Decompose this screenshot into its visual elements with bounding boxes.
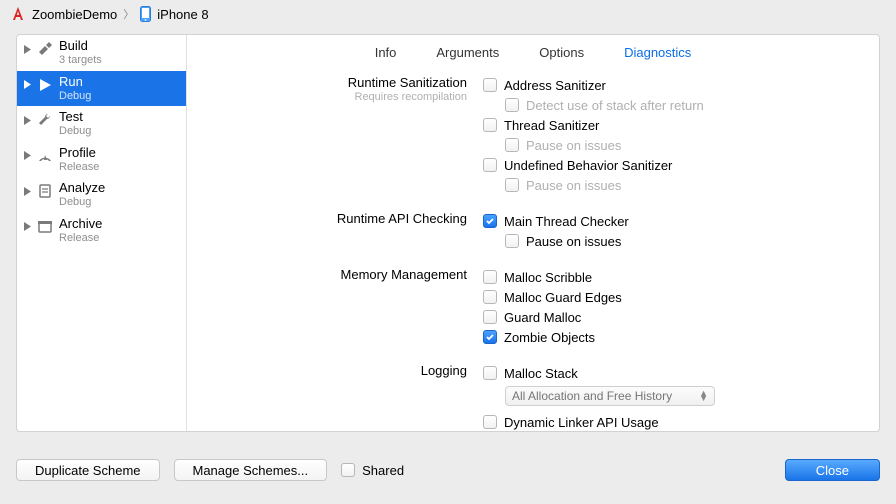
label-undefined-behavior: Undefined Behavior Sanitizer xyxy=(504,158,672,173)
label-shared: Shared xyxy=(362,463,404,478)
sidebar-item-sub: Release xyxy=(59,161,99,174)
label-ts-pause: Pause on issues xyxy=(526,138,621,153)
checkbox-zombie-objects[interactable] xyxy=(483,330,497,344)
sidebar-item-label: Archive xyxy=(59,217,102,232)
sidebar-item-archive[interactable]: ArchiveRelease xyxy=(17,213,186,249)
checkbox-malloc-guard-edges[interactable] xyxy=(483,290,497,304)
label-main-thread-checker: Main Thread Checker xyxy=(504,214,629,229)
breadcrumb-project[interactable]: ZoombieDemo xyxy=(32,7,117,22)
sidebar-item-sub: Debug xyxy=(59,90,91,103)
label-ub-pause: Pause on issues xyxy=(526,178,621,193)
section-memory-management: Memory Management xyxy=(197,267,467,283)
sidebar-item-profile[interactable]: ProfileRelease xyxy=(17,142,186,178)
sidebar-item-run[interactable]: RunDebug xyxy=(17,71,186,107)
tab-options[interactable]: Options xyxy=(539,45,584,60)
sidebar-item-label: Analyze xyxy=(59,181,105,196)
disclosure-triangle-icon[interactable] xyxy=(23,150,31,162)
checkbox-dynamic-linker[interactable] xyxy=(483,415,497,429)
sidebar-item-analyze[interactable]: AnalyzeDebug xyxy=(17,177,186,213)
wrench-icon xyxy=(36,111,54,129)
tab-arguments[interactable]: Arguments xyxy=(436,45,499,60)
label-guard-malloc: Guard Malloc xyxy=(504,310,581,325)
tab-info[interactable]: Info xyxy=(375,45,397,60)
checkbox-address-sanitizer[interactable] xyxy=(483,78,497,92)
label-malloc-stack: Malloc Stack xyxy=(504,366,578,381)
sidebar-item-sub: 3 targets xyxy=(59,54,102,67)
section-logging: Logging xyxy=(197,363,467,379)
sidebar-item-sub: Debug xyxy=(59,125,91,138)
sidebar-item-sub: Release xyxy=(59,232,102,245)
breadcrumb-device[interactable]: iPhone 8 xyxy=(157,7,208,22)
checkbox-thread-sanitizer[interactable] xyxy=(483,118,497,132)
label-malloc-scribble: Malloc Scribble xyxy=(504,270,592,285)
sidebar-item-sub: Debug xyxy=(59,196,105,209)
archive-icon xyxy=(36,218,54,236)
sidebar-item-test[interactable]: TestDebug xyxy=(17,106,186,142)
hammer-icon xyxy=(36,40,54,58)
sidebar-item-label: Run xyxy=(59,75,91,90)
disclosure-triangle-icon[interactable] xyxy=(23,43,31,55)
disclosure-triangle-icon[interactable] xyxy=(23,221,31,233)
duplicate-scheme-button[interactable]: Duplicate Scheme xyxy=(16,459,160,481)
sidebar-item-label: Build xyxy=(59,39,102,54)
disclosure-triangle-icon[interactable] xyxy=(23,185,31,197)
combo-malloc-stack-value: All Allocation and Free History xyxy=(512,389,672,403)
section-runtime-sanitization-sub: Requires recompilation xyxy=(197,91,467,104)
checkbox-undefined-behavior[interactable] xyxy=(483,158,497,172)
app-icon xyxy=(10,6,26,22)
sidebar-item-label: Test xyxy=(59,110,91,125)
checkbox-malloc-scribble[interactable] xyxy=(483,270,497,284)
section-runtime-sanitization: Runtime Sanitization xyxy=(197,75,467,91)
play-icon xyxy=(36,76,54,94)
chevron-right-icon: 〉 xyxy=(123,6,134,22)
tab-diagnostics[interactable]: Diagnostics xyxy=(624,45,691,60)
checkbox-main-thread-checker[interactable] xyxy=(483,214,497,228)
checkbox-guard-malloc[interactable] xyxy=(483,310,497,324)
gauge-icon xyxy=(36,147,54,165)
checkbox-shared[interactable] xyxy=(341,463,355,477)
section-runtime-api-checking: Runtime API Checking xyxy=(197,211,467,227)
label-malloc-guard-edges: Malloc Guard Edges xyxy=(504,290,622,305)
footer: Duplicate Scheme Manage Schemes... Share… xyxy=(0,448,896,504)
sidebar: Build3 targets RunDebug TestDebug Profil… xyxy=(17,35,187,431)
label-thread-sanitizer: Thread Sanitizer xyxy=(504,118,599,133)
disclosure-triangle-icon[interactable] xyxy=(23,114,31,126)
label-detect-stack-return: Detect use of stack after return xyxy=(526,98,704,113)
checkbox-malloc-stack[interactable] xyxy=(483,366,497,380)
label-mtc-pause: Pause on issues xyxy=(526,234,621,249)
close-button[interactable]: Close xyxy=(785,459,880,481)
checkbox-mtc-pause[interactable] xyxy=(505,234,519,248)
sidebar-item-label: Profile xyxy=(59,146,99,161)
breadcrumb: ZoombieDemo 〉 iPhone 8 xyxy=(0,0,896,28)
diagnostics-content: Runtime Sanitization Requires recompilat… xyxy=(187,69,879,431)
tab-bar: Info Arguments Options Diagnostics xyxy=(187,35,879,69)
sidebar-item-build[interactable]: Build3 targets xyxy=(17,35,186,71)
disclosure-triangle-icon[interactable] xyxy=(23,79,31,91)
label-zombie-objects: Zombie Objects xyxy=(504,330,595,345)
analyze-icon xyxy=(36,182,54,200)
combo-malloc-stack[interactable]: All Allocation and Free History ▲▼ xyxy=(505,386,715,406)
device-icon xyxy=(140,6,151,22)
manage-schemes-button[interactable]: Manage Schemes... xyxy=(174,459,328,481)
main-pane: Info Arguments Options Diagnostics Runti… xyxy=(187,35,879,431)
chevron-updown-icon: ▲▼ xyxy=(699,391,708,402)
checkbox-ub-pause[interactable] xyxy=(505,178,519,192)
checkbox-detect-stack-return[interactable] xyxy=(505,98,519,112)
label-address-sanitizer: Address Sanitizer xyxy=(504,78,606,93)
scheme-panel: Build3 targets RunDebug TestDebug Profil… xyxy=(16,34,880,432)
label-dynamic-linker: Dynamic Linker API Usage xyxy=(504,415,659,430)
checkbox-ts-pause[interactable] xyxy=(505,138,519,152)
